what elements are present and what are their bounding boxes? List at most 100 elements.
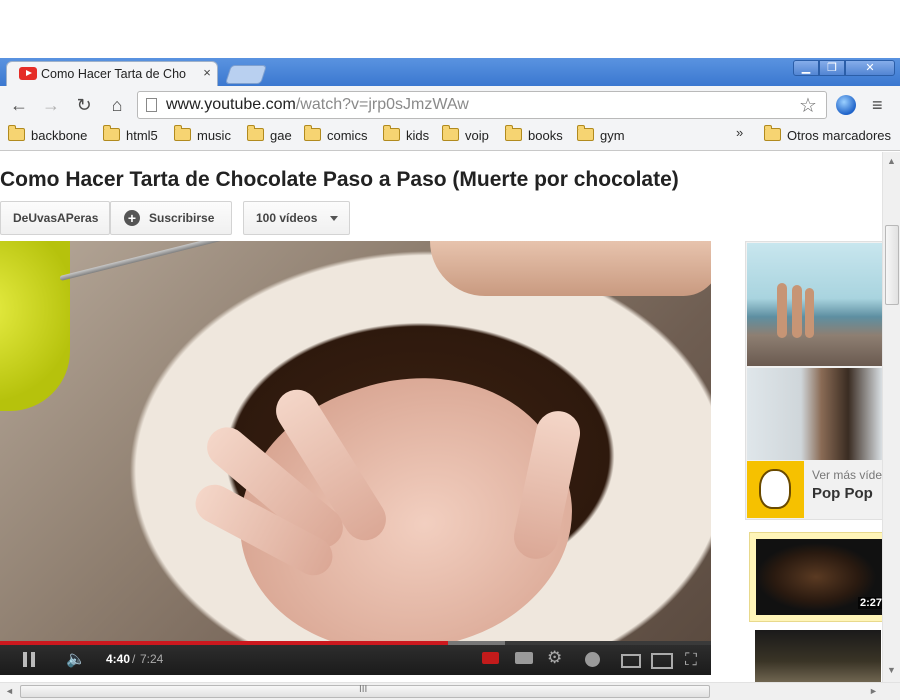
bookmark-label: backbone (31, 128, 88, 143)
video-duration: 2:27 (858, 597, 885, 609)
window-close-button[interactable]: ✕ (845, 60, 895, 76)
recommended-thumbnail[interactable] (755, 630, 881, 682)
bookmark-folder[interactable]: voip (442, 125, 489, 147)
bookmark-label: html5 (126, 128, 158, 143)
caret-down-icon (330, 216, 338, 221)
folder-icon (505, 125, 522, 141)
other-bookmarks-folder[interactable]: Otros marcadores (764, 125, 892, 147)
watch-later-icon[interactable] (585, 652, 600, 667)
home-icon[interactable]: ⌂ (105, 93, 129, 117)
page-icon (146, 98, 157, 112)
ad-image-beach[interactable] (747, 243, 882, 366)
bookmark-label: comics (327, 128, 368, 143)
bookmark-folder[interactable]: html5 (103, 125, 158, 147)
volume-icon[interactable]: 🔈 (66, 649, 86, 669)
videos-count-label: 100 vídeos (256, 211, 318, 225)
forward-arrow-icon[interactable]: → (39, 93, 63, 117)
plus-icon: + (124, 210, 140, 226)
bookmark-star-icon[interactable]: ☆ (799, 93, 817, 118)
ad-image-man[interactable] (747, 368, 882, 460)
video-frame-bowl (0, 241, 70, 411)
ad-logo[interactable] (747, 461, 804, 518)
video-frame-arm (430, 241, 711, 296)
total-time: 7:24 (140, 652, 164, 666)
new-tab-button[interactable] (224, 65, 268, 84)
youtube-favicon-icon (19, 67, 37, 80)
folder-icon (304, 125, 321, 141)
time-separator: / (132, 652, 136, 666)
player-controls: 🔈 4:40 / 7:24 ⚙ ⛶ (0, 645, 711, 675)
tab-close-icon[interactable]: × (200, 65, 214, 81)
figure-shape (792, 285, 802, 338)
bookmark-folder[interactable]: gym (577, 125, 625, 147)
folder-icon (8, 125, 25, 141)
bookmark-label: kids (406, 128, 430, 143)
current-time: 4:40 (106, 652, 131, 666)
vertical-scroll-thumb[interactable] (885, 225, 899, 305)
annotations-icon[interactable] (482, 652, 499, 664)
gear-icon[interactable]: ⚙ (547, 648, 562, 668)
bookmark-folder[interactable]: comics (304, 125, 368, 147)
video-title: Como Hacer Tarta de Chocolate Paso a Pas… (0, 168, 679, 191)
bookmark-label: gae (270, 128, 292, 143)
bookmark-label: Otros marcadores (787, 128, 892, 143)
folder-icon (247, 125, 264, 141)
url-text[interactable]: www.youtube.com/watch?v=jrp0sJmzWAw (166, 96, 469, 114)
bookmark-label: books (528, 128, 563, 143)
reload-icon[interactable]: ↻ (72, 93, 96, 117)
browser-tab-active[interactable]: Como Hacer Tarta de Cho × (6, 61, 218, 86)
window-minimize-button[interactable]: ▁ (793, 60, 819, 76)
scroll-right-arrow-icon[interactable]: ► (869, 686, 878, 696)
pause-icon[interactable] (22, 652, 36, 667)
recommended-thumbnail[interactable]: 2:27 (756, 539, 885, 615)
scroll-grip-icon: III (359, 684, 368, 695)
folder-icon (442, 125, 459, 141)
tab-title: Como Hacer Tarta de Cho (41, 67, 186, 81)
channel-button[interactable]: DeUvasAPeras (0, 201, 110, 235)
bookmarks-overflow-icon[interactable]: » (736, 124, 743, 144)
back-arrow-icon[interactable]: ← (7, 93, 31, 117)
url-host: www.youtube.com (166, 96, 296, 113)
window-restore-button[interactable]: ❐ (819, 60, 845, 76)
large-player-icon[interactable] (651, 653, 673, 669)
horizontal-scrollbar[interactable]: ◄ III ► (0, 682, 900, 700)
address-bar[interactable]: www.youtube.com/watch?v=jrp0sJmzWAw ☆ (137, 91, 827, 119)
scroll-down-arrow-icon[interactable]: ▼ (887, 665, 896, 675)
video-frame-knife (59, 241, 410, 281)
url-path: /watch?v=jrp0sJmzWAw (295, 96, 469, 113)
ad-name[interactable]: Pop Pop (812, 485, 873, 502)
video-player[interactable] (0, 241, 711, 641)
folder-icon (103, 125, 120, 141)
scroll-up-arrow-icon[interactable]: ▲ (887, 156, 896, 166)
subscribe-button[interactable]: + Suscribirse (110, 201, 232, 235)
ad-see-more-link[interactable]: Ver más víde (812, 468, 882, 482)
figure-shape (805, 288, 814, 338)
fullscreen-icon[interactable]: ⛶ (685, 650, 697, 670)
popcorn-mascot-icon (759, 469, 791, 509)
browser-menu-icon[interactable]: ≡ (872, 95, 890, 115)
figure-shape (777, 283, 787, 338)
bookmark-label: gym (600, 128, 625, 143)
bookmark-folder[interactable]: books (505, 125, 563, 147)
globe-extension-icon[interactable] (836, 95, 856, 115)
scroll-left-arrow-icon[interactable]: ◄ (5, 686, 14, 696)
subscribe-label: Suscribirse (149, 211, 215, 225)
folder-icon (383, 125, 400, 141)
bookmark-label: voip (465, 128, 489, 143)
bookmark-folder[interactable]: kids (383, 125, 430, 147)
folder-icon (174, 125, 191, 141)
videos-count-button[interactable]: 100 vídeos (243, 201, 350, 235)
recommended-video[interactable]: 2:27 (749, 532, 885, 622)
folder-icon (577, 125, 594, 141)
bookmark-folder[interactable]: gae (247, 125, 292, 147)
sidebar-ad[interactable]: Ver más víde Pop Pop (745, 241, 883, 520)
bookmark-label: music (197, 128, 231, 143)
folder-icon (764, 125, 781, 141)
vertical-scrollbar[interactable]: ▲ ▼ (882, 152, 900, 682)
small-player-icon[interactable] (621, 654, 641, 668)
horizontal-scroll-thumb[interactable]: III (20, 684, 710, 698)
bookmark-folder[interactable]: music (174, 125, 231, 147)
bookmarks-bar: backbone html5 music gae comics kids voi… (0, 124, 900, 151)
bookmark-folder[interactable]: backbone (8, 125, 88, 147)
captions-icon[interactable] (515, 652, 533, 664)
